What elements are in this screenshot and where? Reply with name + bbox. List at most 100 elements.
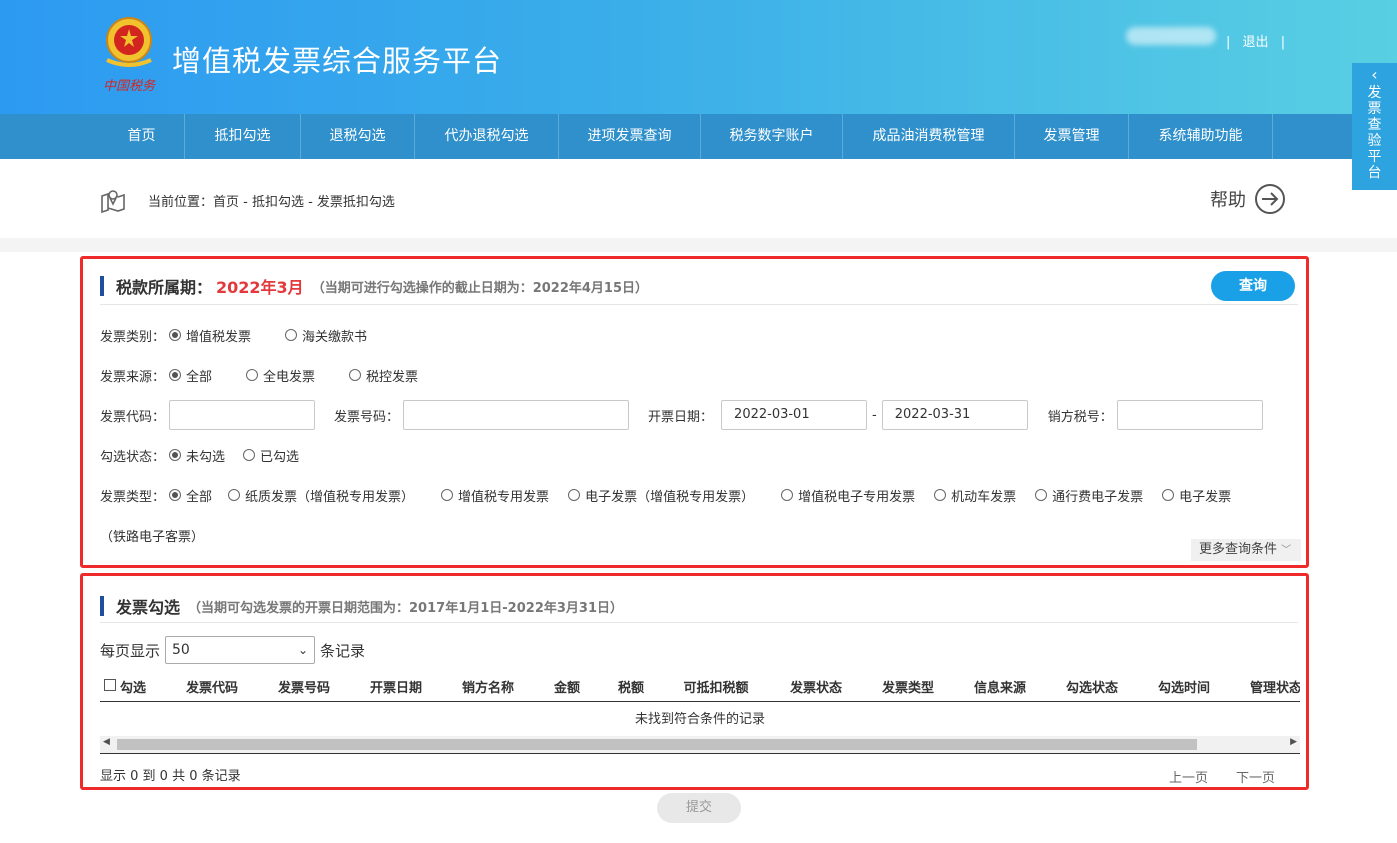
radio-checked-status[interactable]: 已勾选 xyxy=(243,446,299,465)
select-all-checkbox[interactable] xyxy=(100,679,120,694)
nav-item-input-invoice-query[interactable]: 进项发票查询 xyxy=(559,114,701,159)
invoice-select-panel: 发票勾选 （当期可勾选发票的开票日期范围为：2017年1月1日-2022年3月3… xyxy=(80,573,1309,790)
radio-checked-icon xyxy=(169,369,182,381)
radio-label: 已勾选 xyxy=(260,449,300,465)
radio-source-full-electronic[interactable]: 全电发票 xyxy=(246,366,315,385)
tax-period-label: 税款所属期： xyxy=(116,278,213,297)
logout-link[interactable]: 退出 xyxy=(1243,35,1269,50)
invoice-source-row: 发票来源： 全部 全电发票 税控发票 xyxy=(100,360,448,390)
col-header-info-source[interactable]: 信息来源 xyxy=(954,677,1046,696)
issue-date-label: 开票日期： xyxy=(648,409,714,425)
more-conditions-label: 更多查询条件 xyxy=(1199,542,1278,557)
nav-item-tax-digital-account[interactable]: 税务数字账户 xyxy=(701,114,843,159)
col-header-check-time[interactable]: 勾选时间 xyxy=(1138,677,1230,696)
invoice-verify-side-tab[interactable]: ‹ 发票查验平台 xyxy=(1352,63,1397,190)
empty-table-message: 未找到符合条件的记录 xyxy=(634,712,765,727)
col-header-amount[interactable]: 金额 xyxy=(534,677,600,696)
radio-type-vat-special[interactable]: 增值税专用发票 xyxy=(441,486,549,505)
query-section-header: 税款所属期： 2022年3月 （当期可进行勾选操作的截止日期为：2022年4月1… xyxy=(100,274,648,298)
chevron-down-icon: ﹀ xyxy=(1281,545,1292,556)
radio-type-e-invoice-special[interactable]: 电子发票（增值税专用发票） xyxy=(568,486,754,505)
help-label: 帮助 xyxy=(1210,190,1246,211)
radio-unchecked-icon xyxy=(934,489,947,501)
radio-label: 未勾选 xyxy=(186,449,226,465)
radio-type-vat-e-special[interactable]: 增值税电子专用发票 xyxy=(781,486,915,505)
section-separator xyxy=(0,238,1397,252)
col-header-check[interactable]: 勾选 xyxy=(120,677,166,696)
help-button[interactable]: 帮助 xyxy=(1210,183,1286,215)
radio-unchecked-icon xyxy=(285,329,298,341)
select-section-title: 发票勾选 xyxy=(116,598,181,617)
nav-item-agent-refund-select[interactable]: 代办退税勾选 xyxy=(415,114,559,159)
railway-ticket-label: （铁路电子客票） xyxy=(100,529,205,545)
radio-label: 海关缴款书 xyxy=(302,329,368,345)
records-summary: 显示 0 到 0 共 0 条记录 xyxy=(100,769,241,784)
radio-type-all[interactable]: 全部 xyxy=(169,486,212,505)
radio-unchecked-status[interactable]: 未勾选 xyxy=(169,446,225,465)
radio-type-toll[interactable]: 通行费电子发票 xyxy=(1035,486,1143,505)
col-header-tax[interactable]: 税额 xyxy=(600,677,662,696)
col-header-issue-date[interactable]: 开票日期 xyxy=(350,677,442,696)
radio-unchecked-icon xyxy=(568,489,581,501)
nav-item-system-tools[interactable]: 系统辅助功能 xyxy=(1129,114,1273,159)
prev-page-link[interactable]: 上一页 xyxy=(1169,771,1208,786)
radio-unchecked-icon xyxy=(441,489,454,501)
col-header-check-status[interactable]: 勾选状态 xyxy=(1046,677,1138,696)
deadline-note: （当期可进行勾选操作的截止日期为：2022年4月15日） xyxy=(311,280,649,296)
radio-label: 机动车发票 xyxy=(951,489,1017,505)
invoice-number-label: 发票号码： xyxy=(334,409,400,425)
submit-button[interactable]: 提交 xyxy=(657,793,741,823)
radio-unchecked-icon xyxy=(1162,489,1175,501)
radio-customs-payment[interactable]: 海关缴款书 xyxy=(285,326,367,345)
horizontal-scrollbar[interactable]: ◀ ▶ xyxy=(100,736,1300,753)
query-panel: 税款所属期： 2022年3月 （当期可进行勾选操作的截止日期为：2022年4月1… xyxy=(80,256,1309,568)
nav-item-deduction-select[interactable]: 抵扣勾选 xyxy=(185,114,301,159)
radio-type-paper-special[interactable]: 纸质发票（增值税专用发票） xyxy=(228,486,414,505)
invoice-number-input[interactable] xyxy=(403,400,630,430)
invoice-category-label: 发票类别： xyxy=(100,329,166,345)
invoice-code-input[interactable] xyxy=(169,400,316,430)
nav-item-invoice-management[interactable]: 发票管理 xyxy=(1015,114,1129,159)
radio-unchecked-icon xyxy=(349,369,362,381)
col-header-manage-status[interactable]: 管理状态 xyxy=(1230,677,1300,696)
scrollbar-thumb[interactable] xyxy=(117,739,1197,750)
radio-source-all[interactable]: 全部 xyxy=(169,366,212,385)
check-status-row: 勾选状态： 未勾选 已勾选 xyxy=(100,440,329,470)
radio-type-electronic[interactable]: 电子发票 xyxy=(1162,486,1231,505)
col-header-invoice-type[interactable]: 发票类型 xyxy=(862,677,954,696)
radio-label: 电子发票 xyxy=(1179,489,1232,505)
query-button[interactable]: 查询 xyxy=(1211,271,1295,301)
breadcrumb-path[interactable]: 首页 - 抵扣勾选 - 发票抵扣勾选 xyxy=(213,191,395,210)
radio-source-tax-control[interactable]: 税控发票 xyxy=(349,366,418,385)
seller-tax-id-input[interactable] xyxy=(1116,400,1263,430)
more-conditions-button[interactable]: 更多查询条件 ﹀ xyxy=(1191,539,1301,561)
issue-date-to-input[interactable]: 2022-03-31 xyxy=(881,400,1028,430)
date-range-separator: - xyxy=(872,407,877,423)
radio-label: 全电发票 xyxy=(263,369,316,385)
page-size-select[interactable]: 50 ⌄ xyxy=(165,636,316,664)
radio-label: 纸质发票（增值税专用发票） xyxy=(245,489,415,505)
tax-period-value: 2022年3月 xyxy=(216,278,304,297)
col-header-seller-name[interactable]: 销方名称 xyxy=(442,677,534,696)
scroll-right-icon[interactable]: ▶ xyxy=(1290,737,1297,747)
next-page-link[interactable]: 下一页 xyxy=(1236,771,1275,786)
radio-label: 全部 xyxy=(186,369,213,385)
svg-text:中国税务: 中国税务 xyxy=(103,79,156,94)
nav-item-refund-select[interactable]: 退税勾选 xyxy=(301,114,415,159)
radio-type-vehicle[interactable]: 机动车发票 xyxy=(934,486,1016,505)
col-header-deductible-tax[interactable]: 可抵扣税额 xyxy=(662,677,770,696)
radio-vat-invoice[interactable]: 增值税发票 xyxy=(169,326,251,345)
col-header-invoice-number[interactable]: 发票号码 xyxy=(258,677,350,696)
issue-date-from-input[interactable]: 2022-03-01 xyxy=(721,400,868,430)
radio-label: 通行费电子发票 xyxy=(1052,489,1144,505)
check-status-label: 勾选状态： xyxy=(100,449,166,465)
col-header-invoice-status[interactable]: 发票状态 xyxy=(770,677,862,696)
radio-label: 电子发票（增值税专用发票） xyxy=(585,489,755,505)
col-header-invoice-code[interactable]: 发票代码 xyxy=(166,677,258,696)
nav-item-oil-tax[interactable]: 成品油消费税管理 xyxy=(843,114,1015,159)
table-bottom-border xyxy=(100,753,1300,754)
scroll-left-icon[interactable]: ◀ xyxy=(103,737,110,747)
nav-item-home[interactable]: 首页 xyxy=(99,114,185,159)
per-page-label: 每页显示 xyxy=(100,641,161,660)
invoice-category-row: 发票类别： 增值税发票 海关缴款书 xyxy=(100,320,397,350)
